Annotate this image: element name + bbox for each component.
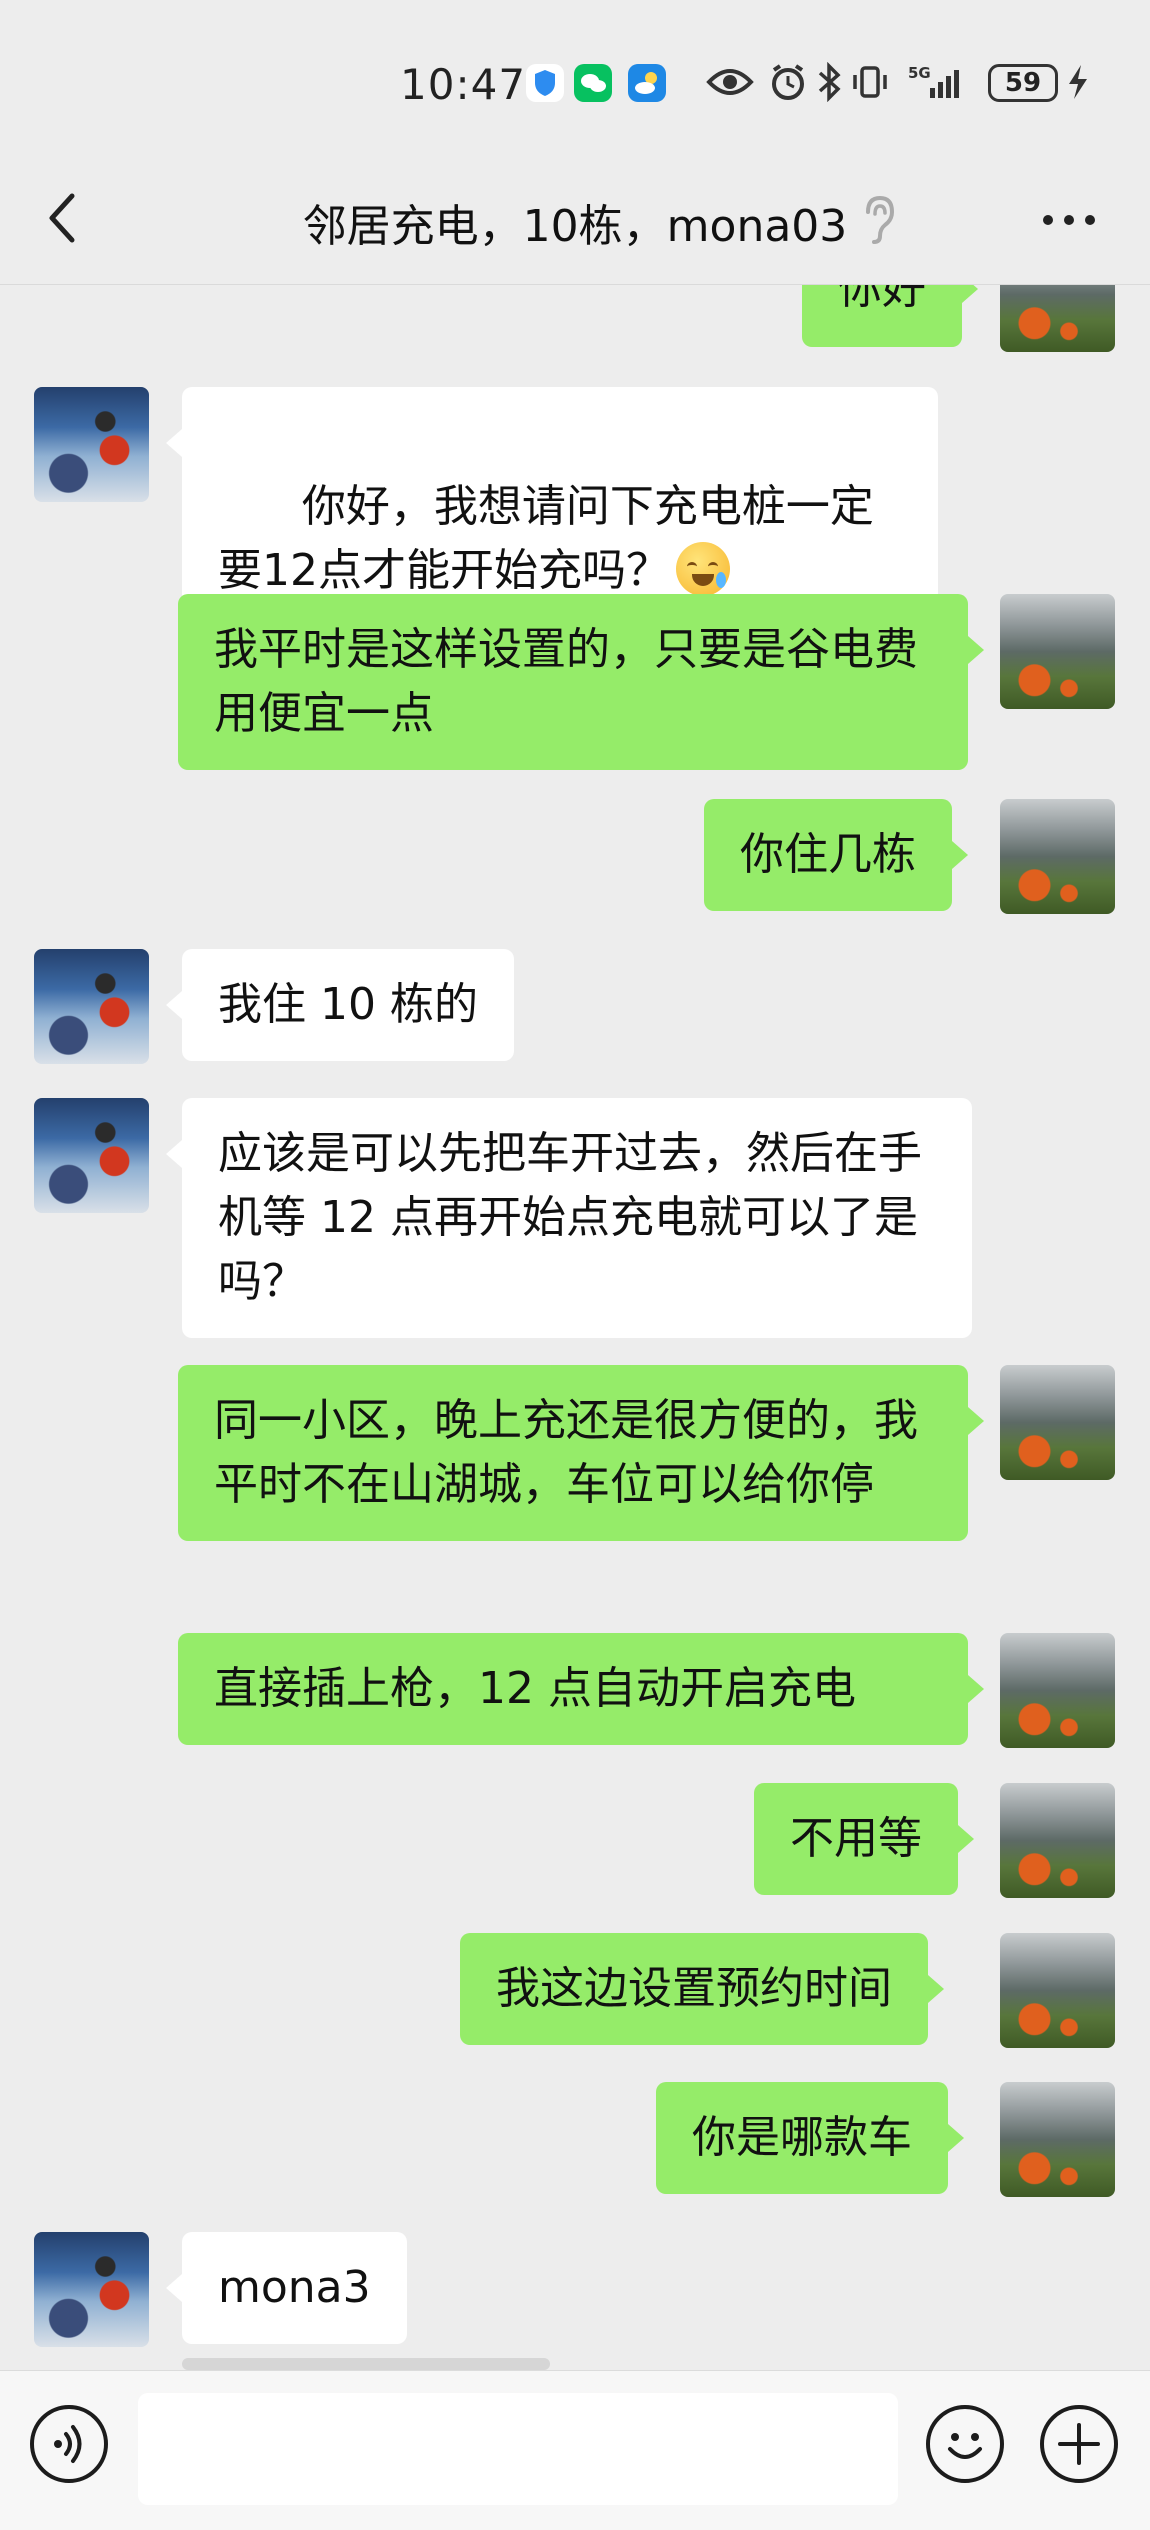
my-avatar[interactable] — [1000, 2082, 1115, 2197]
chat-title: 邻居充电，10栋，mona03 — [302, 201, 848, 252]
my-avatar[interactable] — [1000, 1933, 1115, 2048]
battery-indicator: 59 — [988, 64, 1058, 102]
contact-avatar[interactable] — [34, 1098, 149, 1213]
plus-button[interactable] — [1040, 2405, 1118, 2483]
message-text: 你好，我想请问下充电桩一定要12点才能开始充吗？ — [218, 481, 874, 596]
status-time: 10:47 — [400, 60, 527, 109]
message-bubble-received[interactable]: 应该是可以先把车开过去，然后在手机等 12 点再开始点充电就可以了是吗？ — [166, 1098, 972, 1338]
message-bubble-sent[interactable]: 你住几栋 — [704, 799, 968, 911]
emoji-button[interactable] — [926, 2405, 1004, 2483]
my-avatar[interactable] — [1000, 1633, 1115, 1748]
status-bar: 10:47 5G 59 — [0, 0, 1150, 150]
message-input[interactable] — [138, 2393, 898, 2505]
my-avatar[interactable] — [1000, 285, 1115, 352]
ear-icon — [858, 192, 898, 250]
weather-app-icon — [628, 64, 666, 102]
laughing-crying-emoji — [676, 542, 730, 596]
charging-icon — [1064, 62, 1092, 106]
message-bubble-sent[interactable]: 我平时是这样设置的，只要是谷电费用便宜一点 — [178, 594, 984, 770]
emoji-icon — [948, 2433, 982, 2459]
contact-avatar[interactable] — [34, 949, 149, 1064]
my-avatar[interactable] — [1000, 1365, 1115, 1480]
message-bubble-sent[interactable]: 不用等 — [754, 1783, 974, 1895]
alarm-icon — [768, 62, 808, 106]
message-bubble-sent[interactable]: 你是哪款车 — [656, 2082, 964, 2194]
my-avatar[interactable] — [1000, 799, 1115, 914]
more-dots-icon — [1043, 215, 1095, 225]
contact-avatar[interactable] — [34, 2232, 149, 2347]
message-bubble-sent[interactable]: 直接插上枪，12 点自动开启充电 — [178, 1633, 984, 1745]
voice-icon — [54, 2425, 82, 2463]
next-message-peek — [182, 2358, 550, 2370]
contact-avatar[interactable] — [34, 387, 149, 502]
wechat-app-icon — [574, 64, 612, 102]
chat-header: 邻居充电，10栋，mona03 — [0, 150, 1150, 285]
message-bubble-sent[interactable]: 你好 — [802, 285, 978, 347]
message-bubble-sent[interactable]: 同一小区，晚上充还是很方便的，我平时不在山湖城，车位可以给你停 — [178, 1365, 984, 1541]
message-list[interactable]: 你好 你好，我想请问下充电桩一定要12点才能开始充吗？ 我平时是这样设置的，只要… — [0, 285, 1150, 2370]
message-bubble-received[interactable]: 我住 10 栋的 — [166, 949, 514, 1061]
eye-icon — [706, 62, 754, 106]
my-avatar[interactable] — [1000, 594, 1115, 709]
message-bubble-sent[interactable]: 我这边设置预约时间 — [460, 1933, 944, 2045]
input-bar — [0, 2370, 1150, 2530]
svg-text:5G: 5G — [908, 64, 931, 82]
more-options-button[interactable] — [1034, 200, 1104, 240]
message-bubble-received[interactable]: mona3 — [166, 2232, 407, 2344]
plus-icon — [1058, 2423, 1100, 2465]
signal-5g-icon: 5G — [908, 62, 978, 106]
shield-app-icon — [526, 64, 564, 102]
vibrate-icon — [850, 62, 890, 106]
voice-button[interactable] — [30, 2405, 108, 2483]
my-avatar[interactable] — [1000, 1783, 1115, 1898]
bluetooth-icon — [814, 61, 844, 106]
